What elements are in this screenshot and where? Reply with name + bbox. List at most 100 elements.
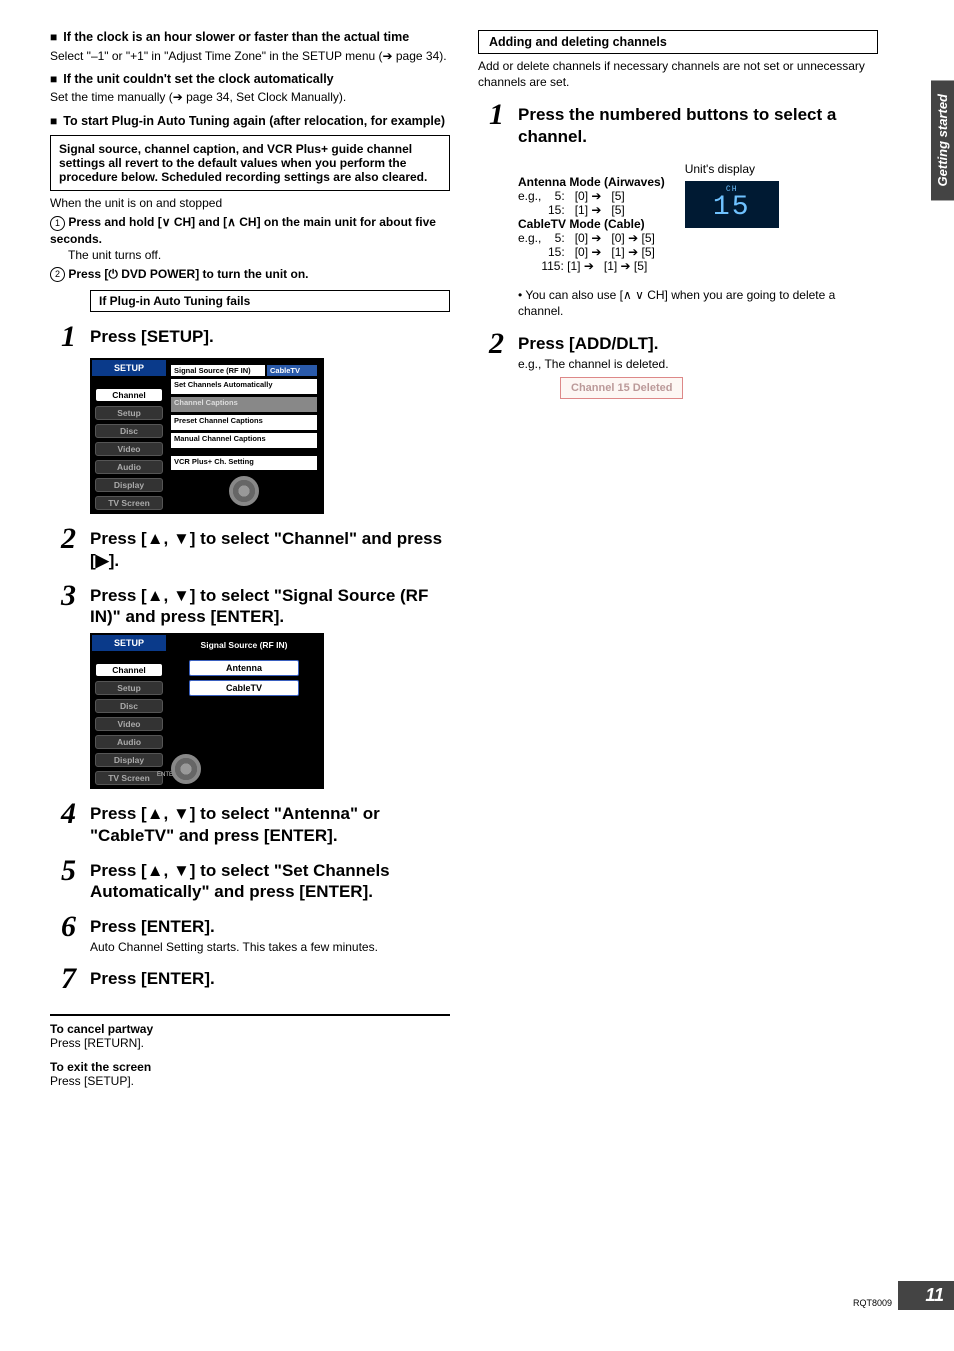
setup-menu-2: SETUP Channel Setup Disc Video Audio Dis…: [90, 633, 324, 789]
heading-retune: ■ To start Plug-in Auto Tuning again (af…: [50, 114, 450, 130]
menu-item: Audio: [95, 735, 163, 749]
menu-item: Setup: [95, 681, 163, 695]
menu-item: Display: [95, 478, 163, 492]
page-number: 11: [898, 1281, 954, 1310]
seq-line: 15: [1] ➔ [5]: [518, 203, 625, 217]
opt-cabletv: CableTV: [189, 680, 299, 696]
cable-mode-heading: CableTV Mode (Cable): [518, 217, 645, 231]
menu-item: Disc: [95, 424, 163, 438]
seq-line: 115: [1] ➔ [1] ➔ [5]: [518, 259, 647, 273]
step-1: 1 Press [SETUP].: [50, 322, 450, 352]
body-text: Select "–1" or "+1" in "Adjust Time Zone…: [50, 48, 450, 64]
menu-item-channel: Channel: [95, 663, 163, 677]
unit-display-label: Unit's display: [685, 161, 779, 177]
step-title: Press [▲, ▼] to select "Antenna" or "Cab…: [90, 803, 450, 846]
seq-line: e.g., 5: [0] ➔ [5]: [518, 189, 625, 203]
step-number: 2: [50, 524, 76, 554]
antenna-mode-heading: Antenna Mode (Airwaves): [518, 175, 665, 189]
menu-item: Video: [95, 442, 163, 456]
heading-clock-offset: ■ If the clock is an hour slower or fast…: [50, 30, 450, 46]
menu-item: Video: [95, 717, 163, 731]
footer: RQT8009 11: [853, 1281, 954, 1310]
menu-title: SETUP: [92, 360, 166, 376]
square-bullet: ■: [50, 30, 57, 46]
fail-heading-box: If Plug-in Auto Tuning fails: [90, 290, 450, 312]
step-note: e.g., The channel is deleted.: [518, 357, 878, 371]
exit-body: Press [SETUP].: [50, 1074, 134, 1088]
opt-manual-captions: Manual Channel Captions: [170, 432, 318, 449]
step-number: 5: [50, 856, 76, 886]
opt-channel-captions: Channel Captions: [170, 396, 318, 413]
seq-line: 15: [0] ➔ [1] ➔ [5]: [518, 245, 655, 259]
seq-line: e.g., 5: [0] ➔ [0] ➔ [5]: [518, 231, 655, 245]
step-7: 7 Press [ENTER].: [50, 964, 450, 994]
step-6: 6 Press [ENTER]. Auto Channel Setting st…: [50, 912, 450, 953]
add-delete-body: Add or delete channels if necessary chan…: [478, 58, 878, 90]
menu-item: Setup: [95, 406, 163, 420]
step-3: 3 Press [▲, ▼] to select "Signal Source …: [50, 581, 450, 628]
step-number: 1: [478, 100, 504, 130]
opt-antenna: Antenna: [189, 660, 299, 676]
step-number: 3: [50, 581, 76, 611]
step-title: Press the numbered buttons to select a c…: [518, 104, 878, 147]
pre-hint: When the unit is on and stopped: [50, 195, 450, 211]
cancel-heading: To cancel partway: [50, 1022, 153, 1036]
left-column: ■ If the clock is an hour slower or fast…: [50, 30, 450, 1088]
step-4: 4 Press [▲, ▼] to select "Antenna" or "C…: [50, 799, 450, 846]
exit-heading: To exit the screen: [50, 1060, 151, 1074]
substep-note: The unit turns off.: [68, 248, 161, 262]
substep-1: 1 Press and hold [∨ CH] and [∧ CH] on th…: [50, 214, 450, 263]
heading-text: If the clock is an hour slower or faster…: [63, 30, 450, 44]
unit-display: CH 15: [685, 181, 779, 228]
step-number: 6: [50, 912, 76, 942]
substep-bold: Press [⏻ DVD POWER] to turn the unit on.: [68, 267, 308, 281]
heading-text: If the unit couldn't set the clock autom…: [63, 72, 450, 86]
square-bullet: ■: [50, 114, 57, 130]
body-text: Set the time manually (➔ page 34, Set Cl…: [50, 89, 450, 105]
step-5: 5 Press [▲, ▼] to select "Set Channels A…: [50, 856, 450, 903]
cancel-body: Press [RETURN].: [50, 1036, 144, 1050]
warning-box: Signal source, channel caption, and VCR …: [50, 135, 450, 191]
key-sequence-block: Antenna Mode (Airwaves) e.g., 5: [0] ➔ […: [518, 161, 665, 273]
cancel-block: To cancel partway Press [RETURN].: [50, 1022, 450, 1050]
step-title: Press [▲, ▼] to select "Set Channels Aut…: [90, 860, 450, 903]
status-deleted: Channel 15 Deleted: [560, 377, 683, 399]
menu-item: Disc: [95, 699, 163, 713]
square-bullet: ■: [50, 72, 57, 88]
step-note: Auto Channel Setting starts. This takes …: [90, 940, 450, 954]
right-step-2: 2 Press [ADD/DLT]. e.g., The channel is …: [478, 329, 878, 398]
step-title: Press [ENTER].: [90, 916, 450, 937]
menu-item: TV Screen: [95, 496, 163, 510]
menu-item: TV Screen: [95, 771, 163, 785]
divider: [50, 1014, 450, 1016]
step-2: 2 Press [▲, ▼] to select "Channel" and p…: [50, 524, 450, 571]
opt-cabletv: CableTV: [266, 364, 318, 377]
substep-bold: Press and hold [∨ CH] and [∧ CH] on the …: [50, 215, 436, 245]
step-title: Press [▲, ▼] to select "Signal Source (R…: [90, 585, 450, 628]
menu-item-channel: Channel: [95, 388, 163, 402]
setup-menu-1: SETUP Channel Setup Disc Video Audio Dis…: [90, 358, 324, 514]
heading-text: To start Plug-in Auto Tuning again (afte…: [63, 114, 450, 128]
unit-display-block: Unit's display CH 15: [685, 161, 779, 228]
opt-set-auto: Set Channels Automatically: [170, 378, 318, 395]
note-bullet: You can also use [∧ ∨ CH] when you are g…: [518, 287, 878, 319]
nav-dial-icon: [171, 754, 201, 784]
add-delete-header: Adding and deleting channels: [478, 30, 878, 54]
right-column: Adding and deleting channels Add or dele…: [478, 30, 878, 399]
doc-code: RQT8009: [853, 1298, 898, 1310]
substep-2: 2 Press [⏻ DVD POWER] to turn the unit o…: [50, 266, 450, 282]
right-step-1: 1 Press the numbered buttons to select a…: [478, 100, 878, 319]
step-title: Press [ENTER].: [90, 968, 450, 989]
menu-item: Audio: [95, 460, 163, 474]
circled-1-icon: 1: [50, 216, 65, 231]
display-value: 15: [691, 194, 773, 222]
step-title: Press [▲, ▼] to select "Channel" and pre…: [90, 528, 450, 571]
step-number: 2: [478, 329, 504, 359]
opt-vcrplus: VCR Plus+ Ch. Setting: [170, 455, 318, 472]
step-title: Press [ADD/DLT].: [518, 333, 878, 354]
nav-dial-icon: [229, 476, 259, 506]
heading-clock-manual: ■ If the unit couldn't set the clock aut…: [50, 72, 450, 88]
step-number: 1: [50, 322, 76, 352]
opt-signal-source: Signal Source (RF IN): [170, 364, 266, 377]
opt-preset-captions: Preset Channel Captions: [170, 414, 318, 431]
